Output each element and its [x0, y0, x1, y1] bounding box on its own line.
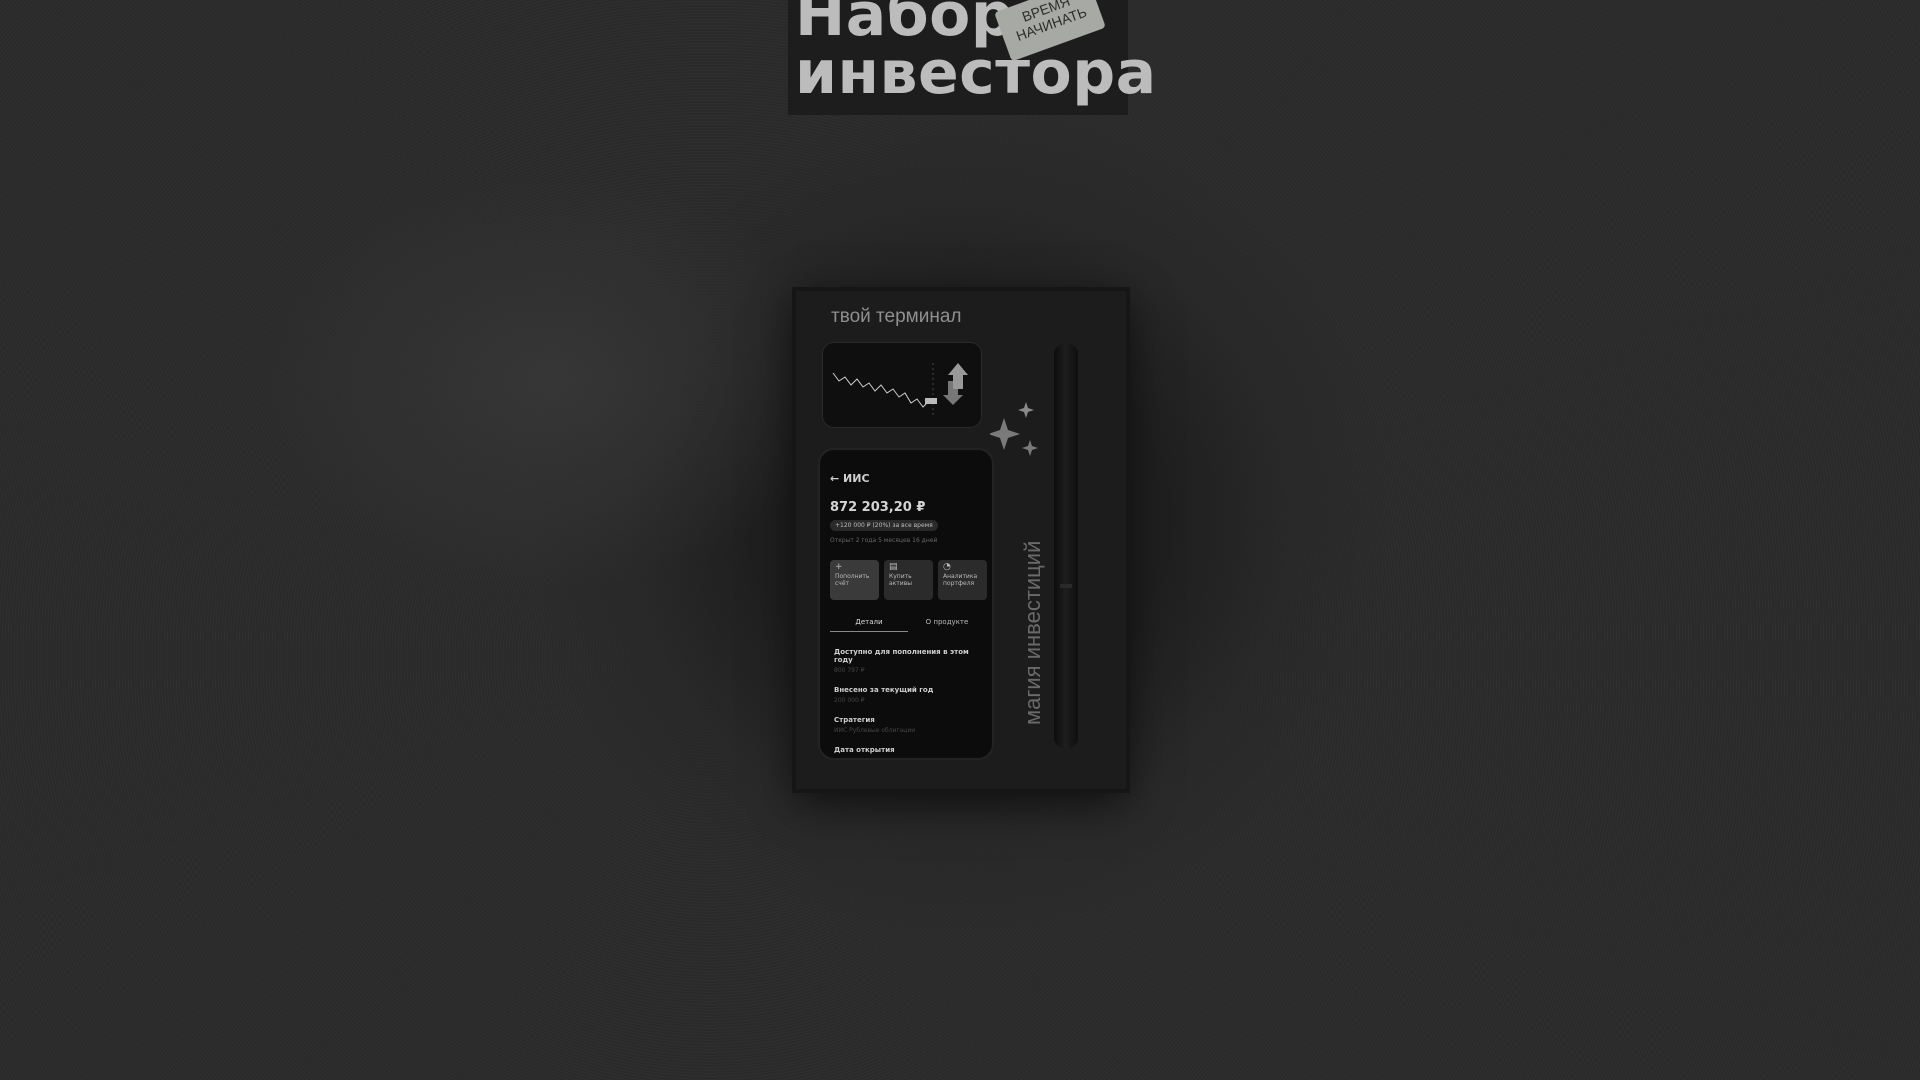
- row-label: Дата открытия: [834, 746, 895, 754]
- action-row: + Пополнить счёт ▤ Купить активы ◔ Анали…: [830, 560, 987, 600]
- details-list: Доступно для пополнения в этом году 800 …: [834, 648, 984, 758]
- sparkle-icon: [990, 402, 1038, 456]
- box-label: твой терминал: [831, 306, 962, 327]
- terminal-card: [822, 342, 982, 428]
- row-label: Доступно для пополнения в этом году: [834, 648, 969, 664]
- account-balance: 872 203,20 ₽: [830, 500, 926, 515]
- row-label: Внесено за текущий год: [834, 686, 934, 694]
- analytics-label: Аналитика портфеля: [943, 573, 978, 587]
- topup-label: Пополнить счёт: [835, 573, 870, 587]
- gain-chip: +120 000 ₽ (20%) за все время: [830, 520, 938, 531]
- list-item: Доступно для пополнения в этом году 800 …: [834, 648, 984, 674]
- phone-tabs: Детали О продукте: [830, 618, 986, 632]
- stock-chart-icon: [823, 343, 981, 427]
- row-value: 800 797 ₽: [834, 667, 865, 674]
- buy-assets-label: Купить активы: [889, 573, 912, 587]
- page-title: Набор инвестора: [795, 0, 1157, 108]
- wallet-icon: ▤: [889, 562, 898, 572]
- side-text: магия инвестиций: [1020, 540, 1045, 725]
- row-label: Стратегия: [834, 716, 875, 724]
- plus-icon: +: [835, 562, 843, 572]
- row-value: ИИС Рублевые облигации: [834, 727, 916, 734]
- tab-details[interactable]: Детали: [830, 618, 908, 632]
- tab-about[interactable]: О продукте: [908, 618, 986, 632]
- phone-header[interactable]: ← ИИС: [830, 472, 870, 485]
- row-value: 200 000 ₽: [834, 697, 865, 704]
- pie-chart-icon: ◔: [943, 562, 951, 572]
- title-line-2: инвестора: [795, 38, 1157, 108]
- analytics-button[interactable]: ◔ Аналитика портфеля: [938, 560, 987, 600]
- opened-text: Открыт 2 года 5 месяцев 16 дней: [830, 537, 938, 544]
- pen: [1054, 344, 1078, 748]
- list-item: Дата открытия: [834, 746, 984, 754]
- buy-assets-button[interactable]: ▤ Купить активы: [884, 560, 933, 600]
- list-item: Внесено за текущий год 200 000 ₽: [834, 686, 984, 704]
- phone-mockup: ← ИИС 872 203,20 ₽ +120 000 ₽ (20%) за в…: [818, 448, 994, 760]
- topup-button[interactable]: + Пополнить счёт: [830, 560, 879, 600]
- list-item: Стратегия ИИС Рублевые облигации: [834, 716, 984, 734]
